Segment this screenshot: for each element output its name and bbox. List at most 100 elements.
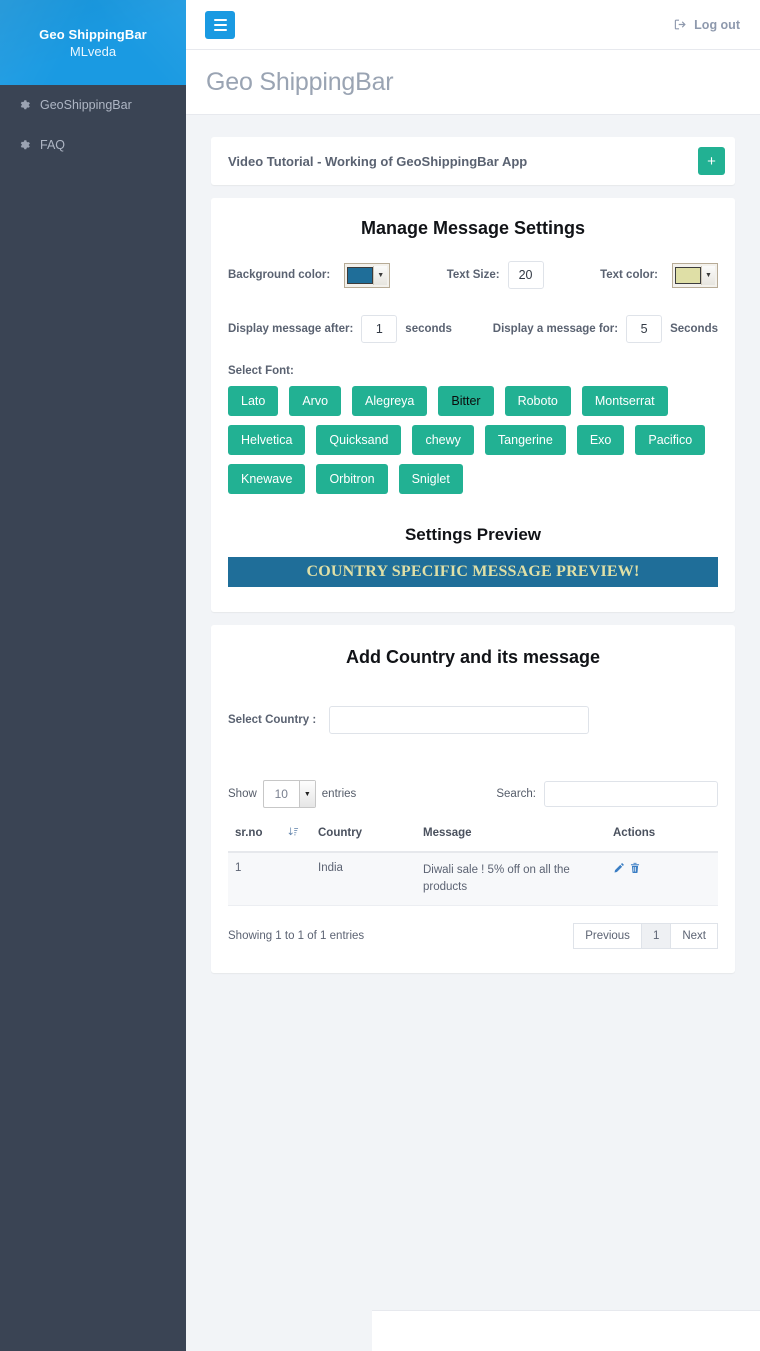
footer: MLVeda: [372, 1310, 760, 1351]
table-body: 1 India Diwali sale ! 5% off on all the pr…: [228, 852, 718, 907]
pagination-page-1[interactable]: 1: [640, 923, 672, 950]
column-header-srno[interactable]: sr.no: [228, 824, 318, 853]
search-input[interactable]: [544, 781, 718, 807]
select-country-row: Select Country :: [228, 706, 718, 734]
font-button-orbitron[interactable]: Orbitron: [316, 464, 388, 494]
font-button-chewy[interactable]: chewy: [412, 425, 474, 455]
sidebar-brand: Geo ShippingBar MLveda: [0, 0, 186, 85]
page-header: Geo ShippingBar: [186, 50, 760, 115]
brand-title: Geo ShippingBar: [39, 26, 147, 42]
datatable-controls: Show 10 ▼ entries Search:: [228, 780, 718, 808]
font-button-bitter[interactable]: Bitter: [438, 386, 494, 416]
settings-preview-heading: Settings Preview: [404, 525, 542, 544]
message-settings-panel: Manage Message Settings Background color…: [211, 198, 735, 612]
logout-button[interactable]: Log out: [674, 18, 740, 32]
font-button-quicksand[interactable]: Quicksand: [316, 425, 402, 455]
duration-input[interactable]: [626, 315, 663, 343]
background-color-group: Background color: ▼: [228, 262, 391, 288]
font-button-montserrat[interactable]: Montserrat: [581, 386, 668, 416]
brand-subtitle: MLveda: [69, 43, 117, 59]
sign-out-icon: [674, 19, 686, 30]
color-settings-row: Background color: ▼ Text Size: Text colo…: [228, 261, 718, 289]
text-size-label: Text Size:: [446, 269, 500, 281]
hamburger-icon[interactable]: [205, 10, 235, 39]
duration-group: Display a message for: Seconds: [493, 315, 718, 343]
select-font-label: Select Font:: [228, 365, 294, 377]
delay-label: Display message after:: [228, 323, 354, 335]
datatable-footer: Showing 1 to 1 of 1 entries Previous 1 N…: [228, 923, 718, 950]
text-size-input[interactable]: [507, 261, 544, 289]
delay-input[interactable]: [361, 315, 398, 343]
font-button-tangerine[interactable]: Tangerine: [484, 425, 566, 455]
pagination: Previous 1 Next: [573, 923, 718, 950]
sidebar-item-label: FAQ: [40, 138, 66, 152]
font-button-exo[interactable]: Exo: [576, 425, 625, 455]
column-header-message[interactable]: Message: [423, 824, 613, 853]
pagination-next[interactable]: Next: [670, 923, 718, 950]
panels-container: Video Tutorial - Working of GeoShippingB…: [186, 115, 760, 974]
font-button-list: Lato Arvo Alegreya Bitter Roboto Montserrat He…: [228, 386, 718, 494]
country-message-table: sr.no Country Message Actions 1 India Di…: [228, 824, 718, 907]
cell-actions: [613, 852, 718, 907]
delay-unit-label: seconds: [405, 323, 452, 335]
select-country-input[interactable]: [329, 706, 590, 734]
text-color-chip: [675, 266, 701, 284]
background-color-chip: [347, 266, 374, 284]
pagination-previous[interactable]: Previous: [573, 923, 642, 950]
cell-message: Diwali sale ! 5% off on all the products: [423, 852, 613, 907]
font-button-alegreya[interactable]: Alegreya: [352, 386, 428, 416]
timing-settings-row: Display message after: seconds Display a…: [228, 315, 718, 343]
add-country-panel: Add Country and its message Select Count…: [211, 625, 735, 974]
plus-icon: +: [707, 152, 716, 170]
settings-preview-bar: COUNTRY SPECIFIC MESSAGE PREVIEW!: [228, 557, 718, 587]
settings-preview-text: COUNTRY SPECIFIC MESSAGE PREVIEW!: [306, 563, 640, 580]
chevron-down-icon: ▼: [298, 781, 315, 807]
font-button-arvo[interactable]: Arvo: [289, 386, 342, 416]
video-expand-button[interactable]: +: [698, 147, 725, 175]
video-tutorial-panel: Video Tutorial - Working of GeoShippingB…: [211, 137, 735, 185]
gear-icon: [19, 99, 31, 111]
gear-icon: [19, 139, 31, 151]
font-button-knewave[interactable]: Knewave: [228, 464, 306, 494]
font-button-lato[interactable]: Lato: [228, 386, 279, 416]
column-label: sr.no: [235, 827, 263, 839]
table-header-row: sr.no Country Message Actions: [228, 824, 718, 853]
cell-country: India: [318, 852, 423, 907]
column-header-country[interactable]: Country: [318, 824, 423, 853]
duration-label: Display a message for:: [492, 323, 619, 335]
show-label: Show: [228, 788, 257, 800]
sidebar-item-label: GeoShippingBar: [40, 98, 132, 112]
sidebar: Geo ShippingBar MLveda GeoShippingBar FA…: [0, 0, 186, 1351]
font-button-pacifico[interactable]: Pacifico: [635, 425, 706, 455]
delete-icon[interactable]: [629, 862, 641, 877]
cell-srno: 1: [228, 852, 318, 907]
top-bar: Log out: [186, 0, 760, 50]
delay-group: Display message after: seconds: [228, 315, 452, 343]
entries-per-page-value: 10: [274, 787, 288, 801]
chevron-down-icon: ▼: [701, 265, 715, 285]
chevron-down-icon: ▼: [373, 265, 388, 285]
background-color-label: Background color:: [228, 269, 331, 281]
sort-icon[interactable]: [288, 826, 299, 840]
search-group: Search:: [496, 781, 718, 807]
sidebar-item-faq[interactable]: FAQ: [0, 125, 186, 165]
entries-per-page-select[interactable]: 10 ▼: [262, 780, 316, 808]
table-info: Showing 1 to 1 of 1 entries: [228, 930, 365, 943]
main-content: Log out Geo ShippingBar Video Tutorial -…: [186, 0, 760, 1351]
text-color-picker[interactable]: ▼: [672, 262, 718, 288]
table-head: sr.no Country Message Actions: [228, 824, 718, 853]
duration-unit-label: Seconds: [670, 323, 718, 335]
font-button-roboto[interactable]: Roboto: [504, 386, 571, 416]
text-size-group: Text Size:: [447, 261, 544, 289]
text-color-label: Text color:: [600, 269, 658, 281]
edit-icon[interactable]: [613, 862, 625, 877]
select-country-label: Select Country :: [228, 714, 317, 726]
font-button-sniglet[interactable]: Sniglet: [398, 464, 463, 494]
background-color-picker[interactable]: ▼: [344, 262, 391, 288]
entries-label: entries: [321, 788, 357, 800]
page-title: Geo ShippingBar: [206, 67, 394, 96]
logout-label: Log out: [694, 17, 740, 32]
font-button-helvetica[interactable]: Helvetica: [228, 425, 306, 455]
sidebar-item-geoshippingbar[interactable]: GeoShippingBar: [0, 85, 186, 125]
settings-heading: Manage Message Settings: [360, 218, 586, 238]
